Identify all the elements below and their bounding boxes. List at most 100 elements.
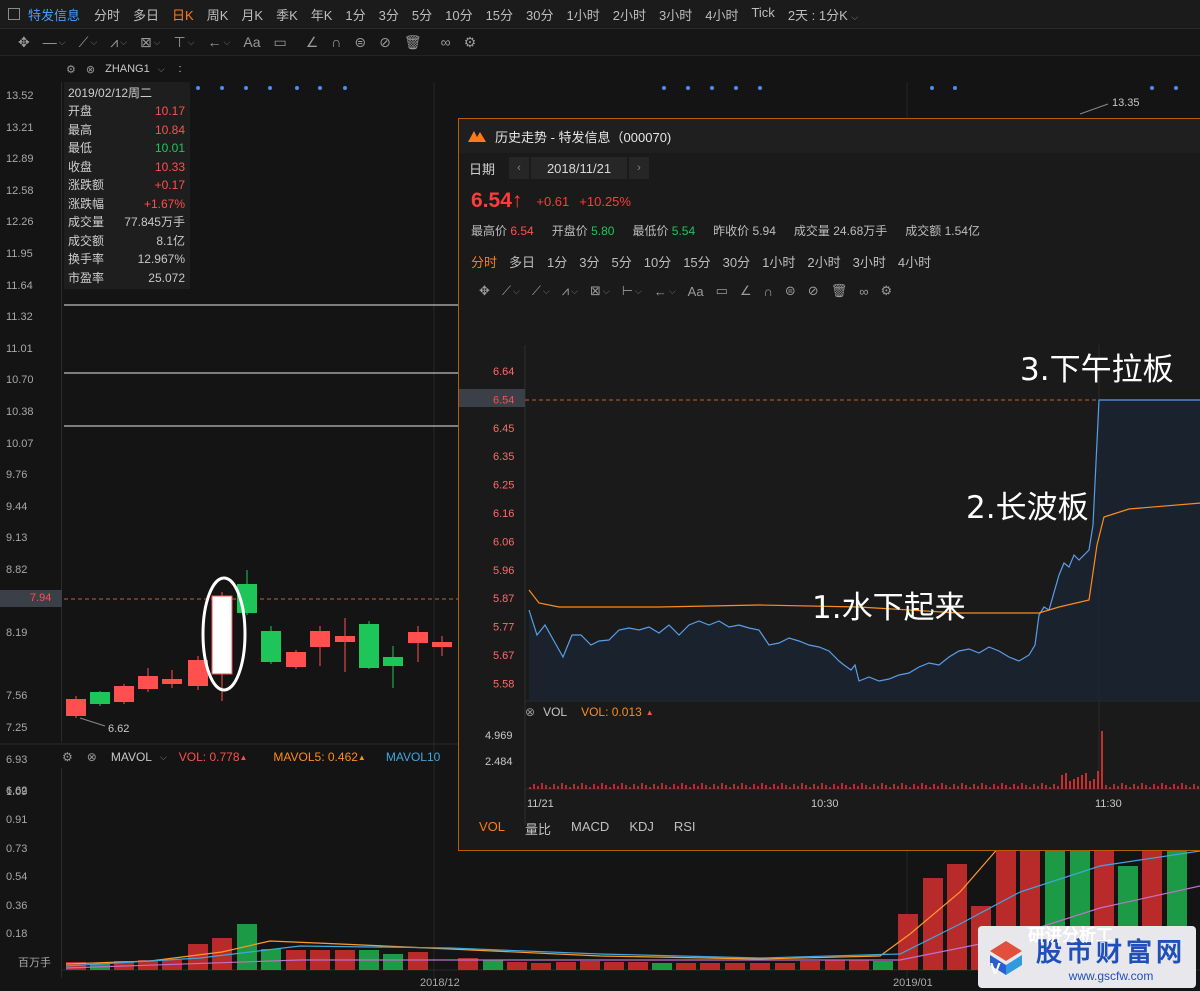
popup-indicator-tab[interactable]: MACD — [571, 819, 609, 838]
popup-vol-bar — [565, 785, 567, 789]
popup-period-tab[interactable]: 3小时 — [853, 252, 886, 271]
period-tab[interactable]: 1分 — [345, 5, 365, 24]
magnet-icon[interactable]: ∩ — [764, 284, 773, 299]
period-tab[interactable]: 日K — [172, 5, 194, 24]
popup-period-tab[interactable]: 5分 — [612, 252, 632, 271]
settings-icon[interactable]: ⚙ — [66, 63, 76, 76]
period-tab[interactable]: 1小时 — [567, 5, 600, 24]
price-value: 6.54 — [471, 189, 512, 212]
date-value[interactable]: 2018/11/21 — [531, 157, 628, 179]
ruler-icon[interactable]: ∠ — [306, 34, 319, 51]
text-icon[interactable]: Aa — [243, 34, 260, 50]
popup-period-tab[interactable]: 15分 — [683, 252, 710, 271]
popup-vol-bar — [1185, 785, 1187, 789]
popup-vol-bar — [929, 787, 931, 789]
info-row: 收盘 10.33 — [68, 158, 185, 177]
popup-vol-bar — [1113, 784, 1115, 789]
popup-period-tab[interactable]: 分时 — [471, 252, 497, 271]
popup-vol-bar — [1101, 731, 1103, 789]
period-tab[interactable]: Tick — [751, 5, 774, 24]
period-tab[interactable]: 分时 — [94, 5, 120, 24]
checkbox-icon[interactable] — [8, 8, 20, 20]
fib-icon[interactable]: ⊠ ⌵ — [140, 34, 161, 51]
period-tab[interactable]: 3小时 — [659, 5, 692, 24]
period-tab[interactable]: 3分 — [379, 5, 399, 24]
close-icon[interactable]: ⊗ — [525, 705, 535, 719]
period-tab[interactable]: 4小时 — [705, 5, 738, 24]
text-icon[interactable]: Aa — [688, 284, 704, 299]
arrow-icon[interactable]: ← ⌵ — [208, 34, 231, 50]
more-icon[interactable]: : — [179, 63, 182, 75]
period-tab[interactable]: 月K — [241, 5, 263, 24]
popup-vol-bar — [885, 785, 887, 789]
period-tab[interactable]: 周K — [207, 5, 229, 24]
popup-vol-value: VOL: 0.013 — [581, 705, 642, 719]
popup-period-tab[interactable]: 1小时 — [762, 252, 795, 271]
period-tab[interactable]: 10分 — [445, 5, 472, 24]
info-key: 换手率 — [68, 252, 105, 266]
period-tab[interactable]: 30分 — [526, 5, 553, 24]
wave-icon[interactable]: ⩘ ⌵ — [562, 283, 578, 299]
chevron-down-icon[interactable]: ⌵ — [160, 752, 167, 763]
popup-vol-name[interactable]: VOL — [543, 705, 567, 719]
close-icon[interactable]: ⊗ — [86, 63, 95, 76]
popup-period-tab[interactable]: 3分 — [579, 252, 599, 271]
magnet-icon[interactable]: ∩ — [331, 34, 341, 50]
next-day-button[interactable]: › — [629, 157, 650, 179]
link-icon[interactable]: ∞ — [441, 34, 451, 50]
period-tab[interactable]: 多日 — [133, 5, 159, 24]
comment-icon[interactable]: ▭ — [273, 34, 286, 51]
popup-period-tab[interactable]: 30分 — [723, 252, 750, 271]
popup-period-tab[interactable]: 1分 — [547, 252, 567, 271]
period-tab[interactable]: 2小时 — [613, 5, 646, 24]
popup-period-tab[interactable]: 10分 — [644, 252, 671, 271]
measure-icon[interactable]: ⊢ ⌵ — [622, 283, 642, 299]
volume-axis: 1.09 0.91 0.73 0.54 0.36 0.18 百万手 — [0, 768, 62, 978]
close-icon[interactable]: ⊗ — [87, 750, 97, 764]
period-tab[interactable]: 季K — [276, 5, 298, 24]
prev-day-button[interactable]: ‹ — [509, 157, 530, 179]
line-icon[interactable]: ⟋ ⌵ — [502, 283, 520, 299]
indicator-name[interactable]: ZHANG1 — [105, 63, 150, 75]
chevron-down-icon[interactable]: ⌵ — [158, 64, 165, 75]
line-icon[interactable]: — ⌵ — [43, 34, 66, 50]
ray-icon[interactable]: ⟋ ⌵ — [79, 34, 98, 51]
popup-period-tab[interactable]: 2小时 — [807, 252, 840, 271]
stock-name[interactable]: 特发信息 — [28, 5, 80, 24]
comment-icon[interactable]: ▭ — [716, 283, 728, 299]
hide-icon[interactable]: ⊘ — [379, 34, 391, 51]
lock-icon[interactable]: ⊜ — [785, 283, 796, 299]
hide-icon[interactable]: ⊘ — [808, 283, 819, 299]
ray-icon[interactable]: ⟋ ⌵ — [532, 283, 550, 299]
period-tab[interactable]: 年K — [311, 5, 333, 24]
popup-indicator-tab[interactable]: VOL — [479, 819, 505, 838]
popup-vol-bar — [1125, 785, 1127, 789]
volume-bar — [652, 963, 672, 970]
wave-icon[interactable]: ⩘ ⌵ — [110, 34, 127, 51]
trash-icon[interactable]: 🗑 — [404, 34, 422, 51]
popup-period-tab[interactable]: 多日 — [509, 252, 535, 271]
volume-indicator-name[interactable]: MAVOL — [111, 750, 152, 764]
fib-icon[interactable]: ⊠ ⌵ — [590, 283, 610, 299]
period-tab[interactable]: 5分 — [412, 5, 432, 24]
link-icon[interactable]: ∞ — [859, 284, 868, 299]
trash-icon[interactable]: 🗑 — [831, 283, 848, 299]
arrow-icon[interactable]: ← ⌵ — [654, 284, 676, 299]
price-axis-label: 11.32 — [6, 311, 33, 324]
lock-icon[interactable]: ⊜ — [354, 34, 366, 51]
ruler-icon[interactable]: ∠ — [740, 283, 752, 299]
settings-icon[interactable]: ⚙ — [62, 750, 73, 764]
popup-indicator-tab[interactable]: 量比 — [525, 819, 551, 838]
settings-icon[interactable]: ⚙ — [464, 34, 477, 51]
settings-icon[interactable]: ⚙ — [880, 283, 892, 299]
crosshair-icon[interactable]: ✥ — [18, 34, 30, 51]
popup-period-tab[interactable]: 4小时 — [898, 252, 931, 271]
popup-indicator-tab[interactable]: RSI — [674, 819, 696, 838]
popup-vol-bar — [949, 787, 951, 789]
crosshair-icon[interactable]: ✥ — [479, 283, 490, 299]
period-tab[interactable]: 15分 — [486, 5, 513, 24]
multi-day-selector[interactable]: 2天 : 1分K ⌵ — [788, 5, 858, 24]
measure-icon[interactable]: ⊤ ⌵ — [174, 34, 195, 51]
popup-indicator-tab[interactable]: KDJ — [629, 819, 654, 838]
popup-vol-bar — [873, 784, 875, 789]
